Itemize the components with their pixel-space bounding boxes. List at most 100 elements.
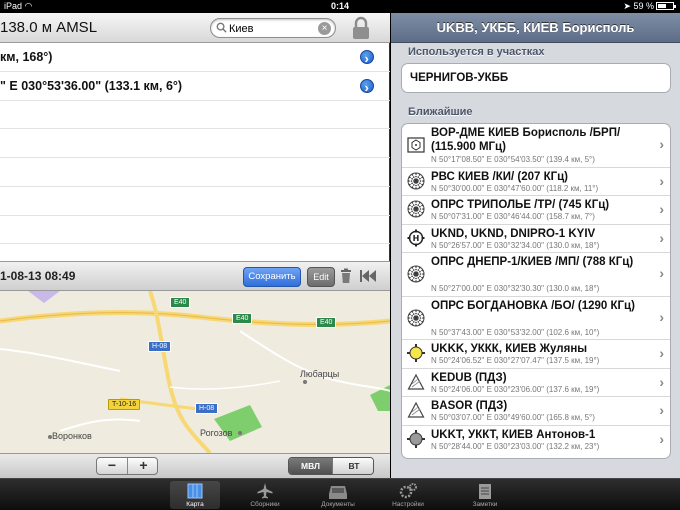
map-view[interactable]: E40 E40 E40 H-08 H-08 T-10-16 Любарцы Во… — [0, 291, 390, 453]
chevron-right-icon: › — [659, 229, 664, 246]
nearby-item-coords: N 50°03'07.00" E 030°49'60.00" (165.8 км… — [431, 413, 595, 422]
road-sign: E40 — [170, 297, 191, 308]
tab-label: Карта — [186, 501, 204, 508]
tab-map[interactable]: Карта — [170, 481, 220, 509]
tab-inbox[interactable]: Документы — [313, 481, 363, 509]
notepad-icon — [460, 482, 510, 500]
track-list: км, 168°) " E 030°53'36.00" (133.1 км, 6°… — [0, 43, 390, 273]
map-place-label: Рогозов — [200, 428, 233, 438]
trash-icon[interactable] — [340, 268, 352, 284]
tab-bar: Карта Сборники Документы Настройки Заметки — [0, 478, 680, 510]
chevron-right-icon: › — [659, 373, 664, 390]
track-row[interactable] — [0, 101, 390, 130]
nearby-item[interactable]: ОПРС БОГДАНОВКА /БО/ (1290 КГц) N 50°37'4… — [402, 297, 670, 340]
chevron-right-icon: › — [659, 308, 664, 325]
road-sign: H-08 — [195, 403, 219, 414]
chevron-right-icon: › — [659, 430, 664, 447]
search-field[interactable]: × — [210, 18, 336, 38]
map-type-vt-button[interactable]: ВТ — [332, 458, 373, 474]
airport-grey-icon — [407, 429, 425, 448]
track-row[interactable] — [0, 158, 390, 187]
inbox-icon — [313, 482, 363, 500]
chevron-right-icon: › — [659, 136, 664, 152]
nearby-item[interactable]: UKKT, УККТ, КИЕВ Антонов-1 N 50°28'44.00"… — [402, 426, 670, 455]
tab-gears[interactable]: Настройки — [383, 481, 433, 509]
heliport-icon: H — [407, 229, 425, 247]
tab-notepad[interactable]: Заметки — [460, 481, 510, 509]
nearby-item-name: KEDUB (ПДЗ) — [431, 371, 507, 384]
altitude-readout: 138.0 м AMSL — [0, 19, 98, 36]
right-pane: UKBB, УКББ, КИЕВ Борисполь Используется … — [391, 13, 680, 478]
waypoint-triangle-icon — [407, 373, 425, 391]
track-toolbar: 1-08-13 08:49 Сохранить Edit — [0, 261, 390, 291]
used-section-header: Используется в участках — [408, 46, 545, 58]
waypoint-triangle-icon — [407, 401, 425, 419]
tab-label: Заметки — [472, 501, 498, 508]
map-type-switch: МВЛ ВТ — [288, 457, 374, 475]
nearby-item-name: UKND, UKND, DNIPRO-1 KYIV — [431, 227, 596, 240]
map-controls-bar: − + МВЛ ВТ — [0, 453, 390, 478]
battery-icon — [656, 2, 676, 10]
left-top-bar: 138.0 м AMSL × — [0, 13, 390, 43]
airport-yellow-icon — [407, 344, 425, 362]
track-row[interactable] — [0, 216, 390, 245]
tab-label: Документы — [321, 501, 355, 508]
track-row-text: " E 030°53'36.00" (133.1 км, 6°) — [0, 78, 183, 93]
tab-label: Настройки — [392, 501, 424, 508]
nearby-item-coords: N 50°24'06.52" E 030°27'07.47" (137.5 км… — [431, 356, 600, 365]
detail-disclosure-icon[interactable] — [360, 74, 374, 102]
zoom-out-button[interactable]: − — [97, 458, 128, 474]
nearby-item-coords: N 50°07'31.00" E 030°46'44.00" (158.7 км… — [431, 212, 595, 221]
nearby-item[interactable]: ВОР-ДМЕ КИЕВ Борисполь /БРП/ (115.900 МГ… — [402, 124, 670, 168]
airplane-icon — [240, 482, 290, 500]
chevron-right-icon: › — [659, 402, 664, 418]
chevron-right-icon: › — [659, 201, 664, 217]
nearby-item[interactable]: РВС КИЕВ /КИ/ (207 КГц) N 50°30'00.00" E … — [402, 168, 670, 196]
left-pane: 138.0 м AMSL × км, 168°) " E 030°53'36.00… — [0, 13, 390, 478]
nearby-item[interactable]: H UKND, UKND, DNIPRO-1 KYIV N 50°26'57.00"… — [402, 225, 670, 253]
search-input[interactable] — [229, 21, 319, 36]
used-route-item[interactable]: ЧЕРНИГОВ-УКББ — [401, 63, 671, 93]
road-sign: H-08 — [148, 341, 172, 352]
road-sign: E40 — [232, 313, 253, 324]
map-icon — [170, 482, 220, 500]
save-button[interactable]: Сохранить — [243, 267, 301, 287]
lock-icon[interactable] — [351, 16, 371, 40]
detail-disclosure-icon[interactable] — [360, 45, 374, 73]
ndb-icon — [407, 265, 425, 283]
zoom-in-button[interactable]: + — [128, 458, 159, 474]
road-sign: E40 — [316, 317, 337, 328]
nearby-section-header: Ближайшие — [408, 106, 473, 118]
chevron-right-icon: › — [659, 345, 664, 361]
nearby-item-coords: N 50°24'06.00" E 030°23'06.00" (137.6 км… — [431, 384, 600, 394]
vor-dme-icon — [407, 136, 425, 154]
track-row[interactable]: " E 030°53'36.00" (133.1 км, 6°) — [0, 72, 390, 102]
track-row[interactable] — [0, 129, 390, 158]
nearby-item-name: UKKK, УККК, КИЕВ Жуляны — [431, 343, 588, 355]
nearby-item[interactable]: UKKK, УККК, КИЕВ Жуляны N 50°24'06.52" E … — [402, 340, 670, 369]
skip-back-icon[interactable] — [360, 270, 376, 282]
nearby-item[interactable]: KEDUB (ПДЗ) N 50°24'06.00" E 030°23'06.00… — [402, 369, 670, 397]
edit-button[interactable]: Edit — [307, 267, 335, 287]
nearby-item[interactable]: ОПРС ТРИПОЛЬЕ /ТР/ (745 КГц) N 50°07'31.0… — [402, 196, 670, 225]
map-place-label: Воронков — [52, 431, 92, 441]
gears-icon — [383, 482, 433, 500]
battery-percent: 59 % — [633, 1, 654, 11]
nearby-item[interactable]: ОПРС ДНЕПР-1/КИЕВ /МП/ (788 КГц) N 50°27'… — [402, 253, 670, 297]
map-type-mvl-button[interactable]: МВЛ — [289, 458, 332, 474]
clear-search-icon[interactable]: × — [318, 22, 331, 35]
nearby-item-name: РВС КИЕВ /КИ/ (207 КГц) — [431, 170, 569, 183]
tab-airplane[interactable]: Сборники — [240, 481, 290, 509]
status-time: 0:14 — [330, 1, 349, 11]
track-row[interactable] — [0, 187, 390, 216]
track-row-text: км, 168°) — [0, 50, 53, 64]
map-place-label: Любарцы — [300, 369, 340, 379]
nearby-item-coords: N 50°27'00.00" E 030°32'30.30" (130.0 км… — [431, 284, 600, 293]
ndb-icon — [407, 200, 425, 218]
zoom-control: − + — [96, 457, 158, 475]
status-bar: iPad ◠ 0:14 ➤ 59 % — [0, 0, 680, 13]
nearby-item-name: ОПРС ТРИПОЛЬЕ /ТР/ (745 КГц) — [431, 199, 610, 211]
search-icon — [216, 22, 227, 33]
nearby-item[interactable]: BASOR (ПДЗ) N 50°03'07.00" E 030°49'60.00… — [402, 397, 670, 426]
track-row[interactable]: км, 168°) — [0, 43, 390, 73]
